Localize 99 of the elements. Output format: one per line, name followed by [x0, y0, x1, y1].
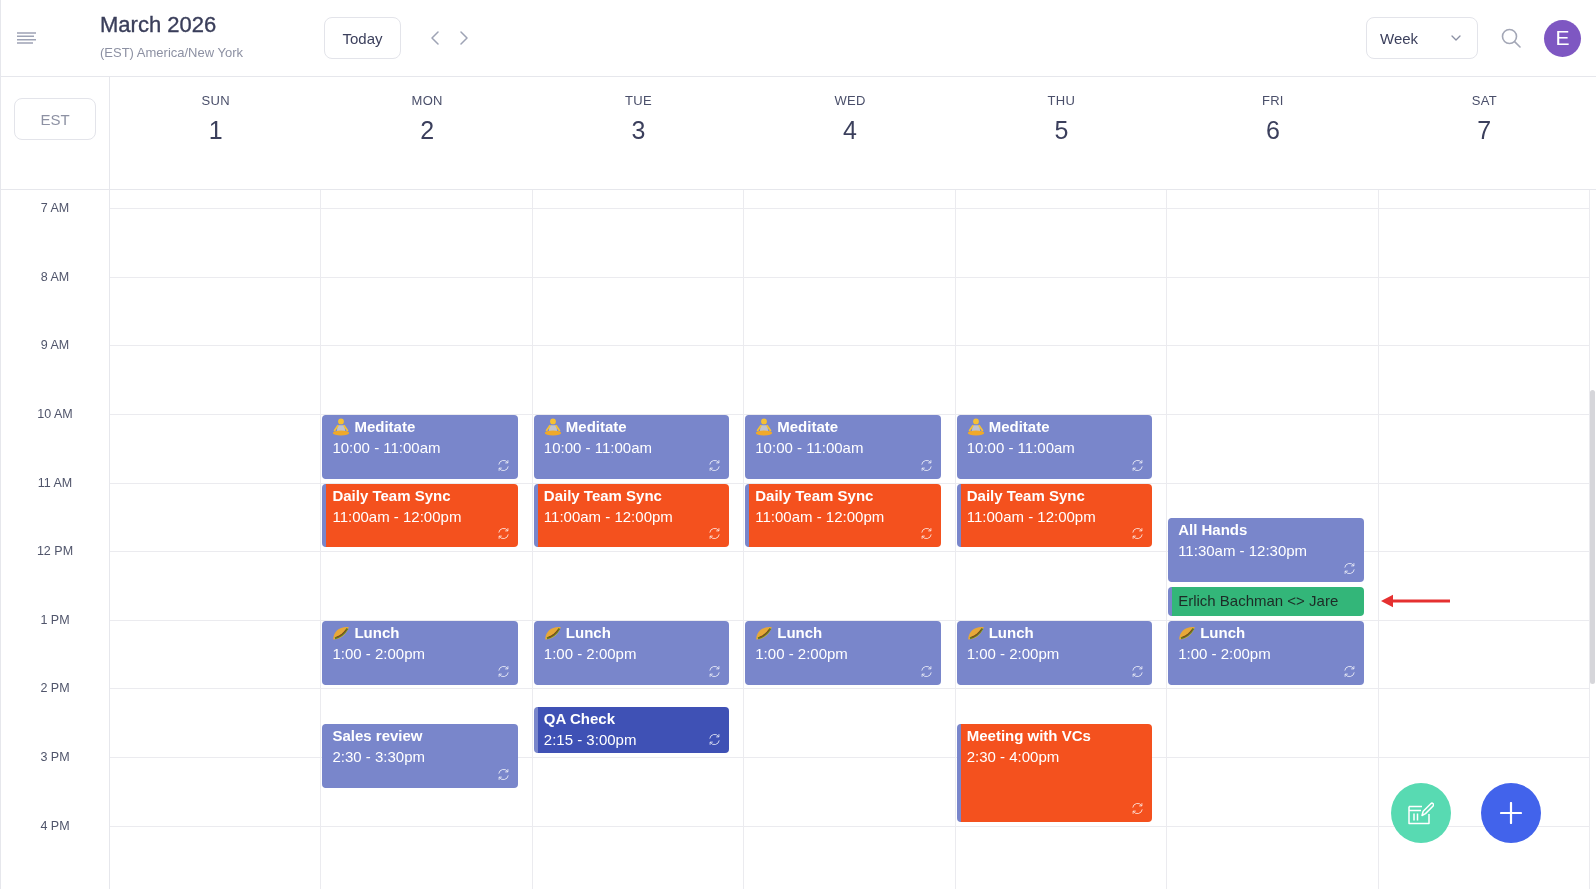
event-time: 1:00 - 2:00pm [543, 643, 638, 664]
chevron-right-icon [460, 31, 468, 45]
event-title: Meditate [988, 416, 1050, 437]
event-title: Erlich Bachman <> Jare [1178, 591, 1339, 612]
day-number: 4 [843, 115, 857, 145]
event-block[interactable]: Sales review 2:30 - 3:30pm [322, 723, 518, 788]
event-time: 11:00am - 12:00pm [966, 506, 1097, 527]
event-block[interactable]: Meeting with VCs 2:30 - 4:00pm [956, 723, 1153, 822]
event-time: 2:30 - 4:00pm [966, 746, 1061, 767]
hour-label: 9 AM [39, 337, 71, 354]
event-time: 10:00 - 11:00am [543, 437, 653, 458]
day-number: 6 [1265, 115, 1280, 145]
hour-label: 1 PM [39, 611, 71, 628]
add-button[interactable] [1481, 783, 1541, 843]
event-block[interactable]: All Hands 11:30am - 12:30pm [1168, 517, 1364, 582]
event-time: 11:00am - 12:00pm [332, 506, 463, 527]
event-block[interactable]: Lunch 1:00 - 2:00pm [533, 620, 730, 685]
event-block[interactable]: Daily Team Sync 11:00am - 12:00pm [533, 483, 730, 548]
event-block[interactable]: Lunch 1:00 - 2:00pm [956, 620, 1153, 685]
weekday-label: WED [834, 92, 866, 110]
event-title: QA Check [543, 708, 615, 729]
event-time: 11:30am - 12:30pm [1178, 540, 1309, 561]
menu-icon [17, 32, 37, 44]
hour-label: 12 PM [35, 543, 75, 560]
event-title: Lunch [988, 622, 1034, 643]
meditation-icon [966, 417, 985, 436]
timezone-button[interactable]: EST [14, 98, 96, 140]
view-select[interactable]: Week [1366, 17, 1478, 59]
day-number: 7 [1477, 115, 1492, 145]
weekday-label: SAT [1471, 92, 1497, 110]
weekday-label: FRI [1261, 92, 1284, 110]
hour-label: 2 PM [39, 680, 71, 697]
event-title: Lunch [565, 622, 611, 643]
event-block[interactable]: Meditate 10:00 - 11:00am [322, 414, 518, 479]
timezone-label: (EST) America/New York [100, 45, 245, 61]
menu-button[interactable] [17, 32, 37, 44]
event-time: 10:00 - 11:00am [332, 437, 442, 458]
hour-label: 10 AM [36, 405, 74, 422]
event-title: Lunch [1200, 622, 1246, 643]
weekday-label: SUN [201, 92, 230, 110]
hour-label: 4 PM [39, 817, 71, 834]
event-block[interactable]: Daily Team Sync 11:00am - 12:00pm [745, 483, 941, 548]
event-block[interactable]: Daily Team Sync 11:00am - 12:00pm [956, 483, 1153, 548]
plus-icon [1500, 802, 1522, 824]
weekday-label: MON [411, 92, 443, 110]
event-block[interactable]: Meditate 10:00 - 11:00am [745, 414, 941, 479]
day-number: 2 [420, 115, 435, 145]
event-block[interactable]: Lunch 1:00 - 2:00pm [1168, 620, 1364, 685]
event-block[interactable]: Meditate 10:00 - 11:00am [533, 414, 730, 479]
month-title: March 2026 [100, 12, 218, 38]
event-time: 1:00 - 2:00pm [966, 643, 1061, 664]
event-time: 1:00 - 2:00pm [1178, 643, 1272, 664]
weekday-label: THU [1047, 92, 1076, 110]
event-title: Meditate [354, 416, 416, 437]
event-time: 11:00am - 12:00pm [543, 506, 674, 527]
hour-label: 8 AM [39, 268, 71, 285]
event-block[interactable]: QA Check 2:15 - 3:00pm [533, 706, 730, 754]
event-time: 1:00 - 2:00pm [332, 643, 426, 664]
event-title: Meditate [565, 416, 627, 437]
chevron-left-icon [431, 31, 439, 45]
event-time: 11:00am - 12:00pm [755, 506, 886, 527]
event-time: 2:15 - 3:00pm [543, 729, 638, 750]
avatar[interactable]: E [1544, 19, 1581, 57]
event-time: 1:00 - 2:00pm [755, 643, 849, 664]
event-block[interactable]: Lunch 1:00 - 2:00pm [745, 620, 941, 685]
meditation-icon [332, 417, 351, 436]
event-title: Meditate [777, 416, 839, 437]
event-title: Meeting with VCs [966, 725, 1091, 746]
scrollbar-thumb[interactable] [1590, 390, 1595, 684]
event-block[interactable]: Erlich Bachman <> Jare [1168, 586, 1364, 616]
event-title: Daily Team Sync [966, 485, 1085, 506]
event-block[interactable]: Lunch 1:00 - 2:00pm [322, 620, 518, 685]
calendar-pencil-icon [1408, 801, 1434, 825]
meditation-icon [755, 417, 774, 436]
event-block[interactable]: Meditate 10:00 - 11:00am [956, 414, 1153, 479]
event-block[interactable]: Daily Team Sync 11:00am - 12:00pm [322, 483, 518, 548]
event-title: Daily Team Sync [543, 485, 662, 506]
meditation-icon [543, 417, 562, 436]
weekday-label: TUE [625, 92, 652, 110]
event-title: Daily Team Sync [755, 485, 874, 506]
day-number: 5 [1054, 115, 1069, 145]
hour-label: 11 AM [36, 474, 74, 491]
event-time: 10:00 - 11:00am [755, 437, 865, 458]
event-title: All Hands [1178, 519, 1248, 540]
search-button[interactable] [1499, 26, 1523, 50]
caret-icon [1451, 35, 1461, 41]
event-time: 2:30 - 3:30pm [332, 746, 426, 767]
event-title: Lunch [354, 622, 400, 643]
day-number: 1 [208, 115, 223, 145]
event-title: Lunch [777, 622, 823, 643]
event-title: Daily Team Sync [332, 485, 451, 506]
hour-label: 7 AM [39, 200, 71, 216]
event-time: 10:00 - 11:00am [966, 437, 1076, 458]
day-number: 3 [631, 115, 646, 145]
calendar-edit-button[interactable] [1391, 783, 1451, 843]
hour-label: 3 PM [39, 749, 71, 766]
event-title: Sales review [332, 725, 423, 746]
search-icon [1501, 28, 1521, 48]
today-button[interactable]: Today [324, 17, 401, 59]
